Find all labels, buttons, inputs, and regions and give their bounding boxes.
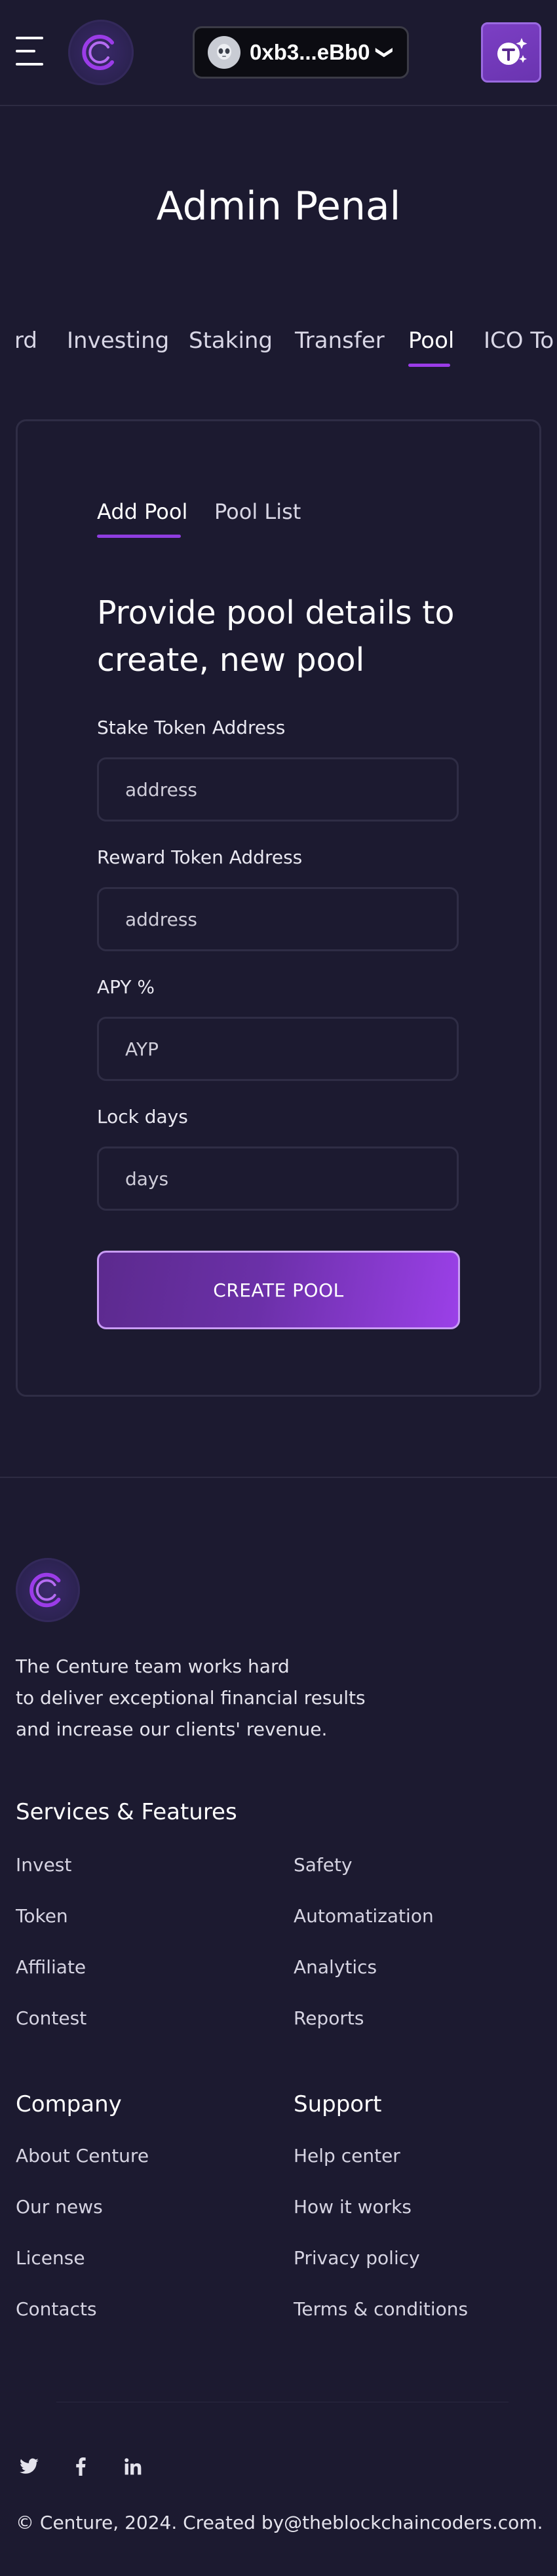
apy-label: APY %: [97, 976, 155, 998]
company-heading: Company: [16, 2091, 122, 2117]
lock-days-input[interactable]: [97, 1146, 459, 1211]
footer-logo[interactable]: [16, 1558, 80, 1622]
facebook-icon[interactable]: [69, 2455, 92, 2478]
twitter-icon[interactable]: [18, 2455, 41, 2478]
footer-link-about[interactable]: About Centure: [16, 2145, 149, 2167]
footer-divider: [0, 1477, 557, 1478]
footer-link-privacy[interactable]: Privacy policy: [294, 2247, 420, 2269]
header: 0xb3...eBb0 ❯: [0, 0, 557, 106]
form-heading-line: create, new pool: [97, 641, 365, 679]
admin-nav-tabs: rd Investing Staking Transfer Pool ICO T…: [0, 321, 557, 373]
footer-link-license[interactable]: License: [16, 2247, 85, 2269]
footer-link-automatization[interactable]: Automatization: [294, 1905, 434, 1927]
active-subtab-indicator: [97, 535, 181, 538]
create-pool-button[interactable]: CREATE POOL: [97, 1251, 460, 1329]
tab-ico-token[interactable]: ICO To: [484, 328, 554, 354]
reward-token-input[interactable]: [97, 887, 459, 951]
tab-add-pool[interactable]: Add Pool: [97, 499, 187, 524]
tab-staking[interactable]: Staking: [189, 328, 273, 354]
stake-token-input[interactable]: [97, 757, 459, 822]
apy-input[interactable]: [97, 1017, 459, 1081]
stake-token-label: Stake Token Address: [97, 717, 286, 738]
wallet-address: 0xb3...eBb0: [250, 40, 370, 64]
footer-description: The Centure team works hard to deliver e…: [16, 1651, 383, 1745]
tab-investing[interactable]: Investing: [67, 328, 169, 354]
services-heading: Services & Features: [16, 1799, 237, 1825]
centure-logo[interactable]: [68, 20, 134, 85]
footer-link-analytics[interactable]: Analytics: [294, 1956, 377, 1978]
tab-pool-list[interactable]: Pool List: [214, 499, 301, 524]
footer-link-affiliate[interactable]: Affiliate: [16, 1956, 86, 1978]
footer-description-line: to deliver exceptional financial results: [16, 1687, 366, 1709]
footer-link-terms[interactable]: Terms & conditions: [294, 2298, 468, 2320]
footer-description-line: The Centure team works hard: [16, 1656, 290, 1677]
form-heading-line: Provide pool details to: [97, 594, 455, 632]
wallet-avatar-icon: [208, 36, 240, 69]
reward-token-label: Reward Token Address: [97, 846, 303, 868]
page-title: Admin Penal: [156, 183, 401, 229]
active-tab-indicator: [408, 364, 450, 367]
footer-link-contacts[interactable]: Contacts: [16, 2298, 97, 2320]
footer-link-reports[interactable]: Reports: [294, 2007, 364, 2029]
centure-c-icon: [82, 35, 114, 70]
tab-dashboard[interactable]: rd: [14, 328, 37, 354]
lock-days-label: Lock days: [97, 1106, 188, 1127]
footer-link-news[interactable]: Our news: [16, 2196, 103, 2218]
footer-link-contest[interactable]: Contest: [16, 2007, 86, 2029]
chevron-down-icon: ❯: [375, 45, 395, 60]
footer-link-token[interactable]: Token: [16, 1905, 68, 1927]
menu-icon[interactable]: [16, 37, 48, 67]
tab-transfer[interactable]: Transfer: [295, 328, 385, 354]
form-heading: Provide pool details to create, new pool: [97, 590, 490, 684]
copyright: © Centure, 2024. Created by@theblockchai…: [16, 2512, 543, 2533]
footer-link-help-center[interactable]: Help center: [294, 2145, 400, 2167]
footer-link-safety[interactable]: Safety: [294, 1854, 353, 1876]
tab-pool[interactable]: Pool: [408, 328, 454, 354]
support-heading: Support: [294, 2091, 382, 2117]
wallet-button[interactable]: 0xb3...eBb0 ❯: [193, 26, 409, 79]
linkedin-icon[interactable]: [122, 2455, 144, 2478]
token-add-icon[interactable]: [481, 22, 541, 83]
centure-c-icon: [29, 1572, 61, 1608]
footer-link-invest[interactable]: Invest: [16, 1854, 71, 1876]
footer-link-how-it-works[interactable]: How it works: [294, 2196, 412, 2218]
footer-description-line: and increase our clients' revenue.: [16, 1718, 328, 1740]
